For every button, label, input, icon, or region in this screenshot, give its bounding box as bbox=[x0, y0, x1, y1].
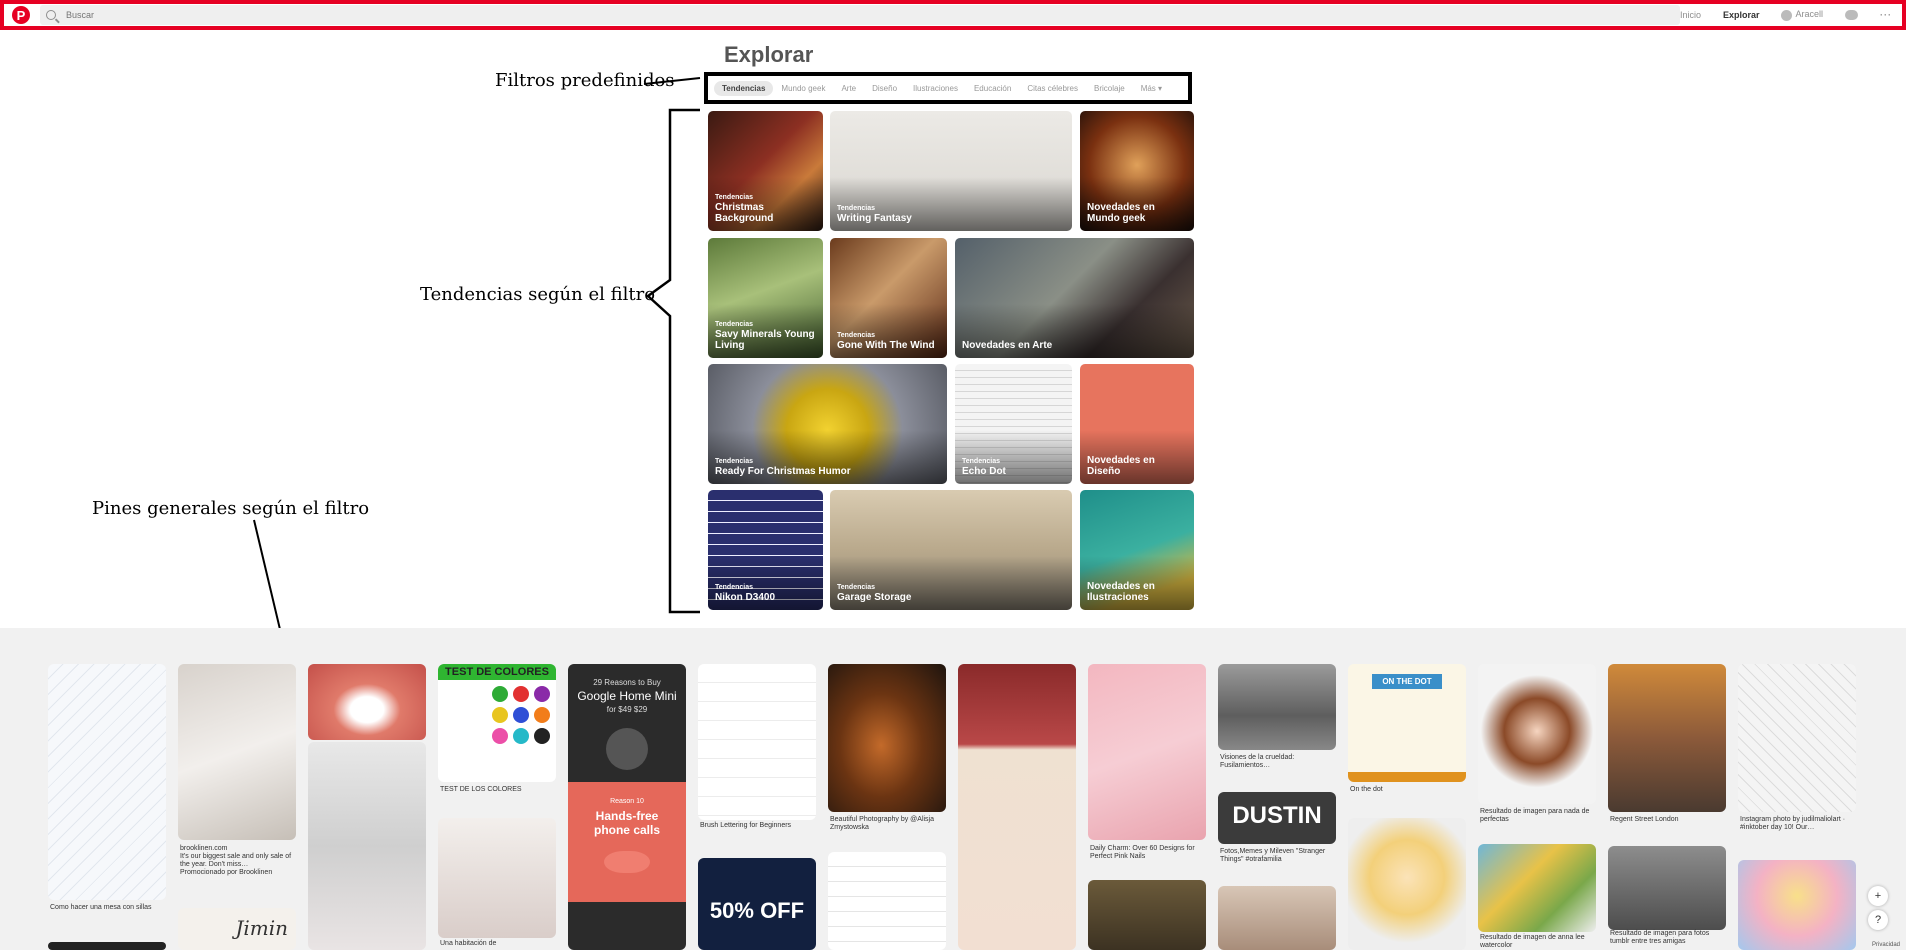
pin-image[interactable] bbox=[1348, 818, 1466, 950]
pin-caption: Resultado de imagen para fotos tumblr en… bbox=[1610, 930, 1710, 946]
pin-image[interactable] bbox=[308, 664, 426, 740]
trend-name: Writing Fantasy bbox=[837, 213, 912, 224]
pin-image[interactable]: TEST DE COLORES bbox=[438, 664, 556, 782]
trend-name: Gone With The Wind bbox=[837, 340, 935, 351]
pin-caption: Fotos,Memes y Mileven "Stranger Things" … bbox=[1220, 848, 1326, 864]
pin-image[interactable]: 50% OFF bbox=[698, 858, 816, 950]
pin-image[interactable] bbox=[958, 664, 1076, 950]
pin-caption: Como hacer una mesa con sillas bbox=[50, 904, 152, 911]
trend-tile[interactable]: Tendencias Nikon D3400 bbox=[708, 490, 823, 610]
trend-tag: Tendencias bbox=[715, 458, 753, 466]
help-button[interactable]: ? bbox=[1868, 910, 1888, 930]
trend-tile[interactable]: Novedades en Ilustraciones bbox=[1080, 490, 1194, 610]
pin-google-e: Hands-free phone calls bbox=[593, 809, 661, 837]
pin-image[interactable] bbox=[1738, 860, 1856, 950]
trend-tile[interactable]: Tendencias Ready For Christmas Humor bbox=[708, 364, 947, 484]
pin-dustin-text: DUSTIN bbox=[1232, 802, 1322, 829]
pin-caption: Resultado de imagen de anna lee watercol… bbox=[1480, 934, 1585, 950]
trend-tile[interactable]: Tendencias Garage Storage bbox=[830, 490, 1072, 610]
pin-google-a: 29 Reasons to Buy bbox=[593, 678, 661, 687]
trend-tag: Tendencias bbox=[837, 205, 875, 213]
pin-caption: Brush Lettering for Beginners bbox=[700, 822, 792, 829]
pin-caption: Instagram photo by judilmaliolart · #ink… bbox=[1740, 816, 1846, 832]
pin-google-d: Reason 10 bbox=[610, 798, 644, 805]
pin-caption: Visiones de la crueldad: Fusilamientos… bbox=[1220, 754, 1295, 770]
pin-google-ad[interactable]: 29 Reasons to Buy Google Home Mini for $… bbox=[568, 664, 686, 950]
privacy-link[interactable]: Privacidad bbox=[1872, 942, 1900, 948]
pin-image[interactable] bbox=[1088, 664, 1206, 840]
trend-tag: Tendencias bbox=[715, 194, 753, 202]
pin-image[interactable] bbox=[828, 852, 946, 950]
trend-tile[interactable]: Tendencias Echo Dot bbox=[955, 364, 1072, 484]
trend-name: Novedades en Arte bbox=[962, 340, 1053, 351]
pin-image[interactable] bbox=[1218, 886, 1336, 950]
trend-name: Novedades en Diseño bbox=[1087, 455, 1155, 477]
pin-image[interactable] bbox=[1478, 844, 1596, 932]
pin-image[interactable] bbox=[698, 664, 816, 820]
pin-image[interactable] bbox=[1478, 664, 1596, 804]
pin-image[interactable] bbox=[308, 742, 426, 950]
trend-tag: Tendencias bbox=[715, 321, 753, 329]
trend-tag: Tendencias bbox=[837, 584, 875, 592]
pin-caption: TEST DE LOS COLORES bbox=[440, 786, 522, 793]
trend-name: Novedades en Mundo geek bbox=[1087, 202, 1155, 224]
trend-tag: Tendencias bbox=[837, 332, 875, 340]
pin-image[interactable]: Jimin bbox=[178, 908, 296, 950]
pin-image[interactable] bbox=[1218, 664, 1336, 750]
pin-caption: On the dot bbox=[1350, 786, 1383, 793]
pin-caption: Una habitación de bbox=[440, 940, 497, 947]
pin-image[interactable] bbox=[48, 664, 166, 900]
pin-google-c: for $49 $29 bbox=[606, 705, 648, 714]
pin-caption: Daily Charm: Over 60 Designs for Perfect… bbox=[1090, 845, 1195, 861]
pin-jimin-text: Jimin bbox=[235, 916, 288, 940]
pin-discount-text: 50% OFF bbox=[709, 898, 805, 923]
pin-image[interactable] bbox=[1608, 846, 1726, 930]
trend-name: Ready For Christmas Humor bbox=[715, 466, 851, 477]
pin-google-b: Google Home Mini bbox=[577, 689, 677, 703]
trend-tile[interactable]: Tendencias Christmas Background bbox=[708, 111, 823, 231]
trend-name: Echo Dot bbox=[962, 466, 1006, 477]
pin-image[interactable] bbox=[48, 942, 166, 950]
trend-tile[interactable]: Tendencias Savy Minerals Young Living bbox=[708, 238, 823, 358]
pin-caption: Resultado de imagen para nada de perfect… bbox=[1480, 808, 1590, 824]
trend-tile[interactable]: Novedades en Diseño bbox=[1080, 364, 1194, 484]
pin-test-title: TEST DE COLORES bbox=[438, 664, 556, 680]
trend-tag: Tendencias bbox=[962, 458, 1000, 466]
pin-image[interactable]: ON THE DOT bbox=[1348, 664, 1466, 782]
pin-image[interactable] bbox=[828, 664, 946, 812]
trend-name: Nikon D3400 bbox=[715, 592, 776, 603]
trend-name: Christmas Background bbox=[715, 202, 774, 224]
trend-tile[interactable]: Tendencias Gone With The Wind bbox=[830, 238, 947, 358]
trend-tile[interactable]: Novedades en Arte bbox=[955, 238, 1194, 358]
pin-caption: Regent Street London bbox=[1610, 816, 1679, 823]
pin-image[interactable] bbox=[1608, 664, 1726, 812]
pin-image[interactable] bbox=[1088, 880, 1206, 950]
trend-tile[interactable]: Tendencias Writing Fantasy bbox=[830, 111, 1072, 231]
trend-name: Savy Minerals Young Living bbox=[715, 329, 815, 351]
pin-image[interactable] bbox=[178, 664, 296, 840]
pin-caption: Beautiful Photography by @Alisja Zmystow… bbox=[830, 816, 934, 832]
add-button[interactable]: + bbox=[1868, 886, 1888, 906]
pin-on-the-dot-title: ON THE DOT bbox=[1372, 674, 1442, 689]
pin-image[interactable] bbox=[438, 818, 556, 938]
trend-tag: Tendencias bbox=[715, 584, 753, 592]
pin-image[interactable] bbox=[1738, 664, 1856, 812]
trend-name: Novedades en Ilustraciones bbox=[1087, 581, 1155, 603]
pin-image[interactable]: DUSTIN bbox=[1218, 792, 1336, 844]
trend-tile[interactable]: Novedades en Mundo geek bbox=[1080, 111, 1194, 231]
pin-caption: brooklinen.com It's our biggest sale and… bbox=[180, 845, 292, 877]
trend-name: Garage Storage bbox=[837, 592, 912, 603]
